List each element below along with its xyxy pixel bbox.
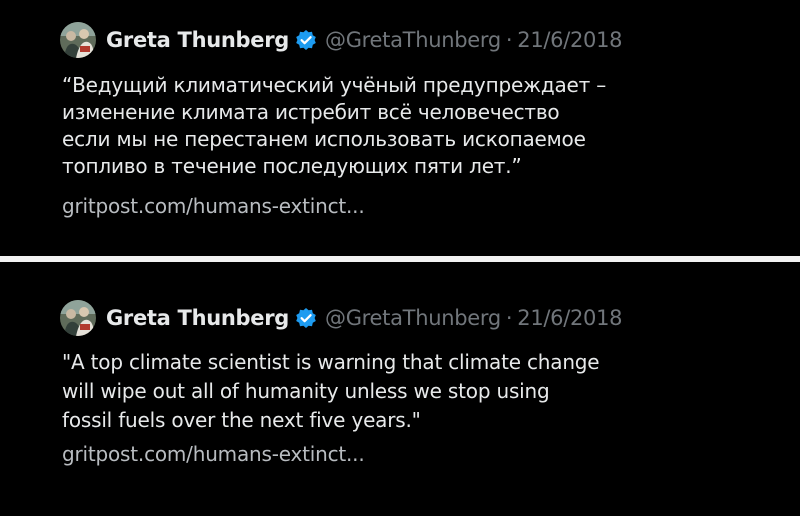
tweet-header: Greta Thunberg @GretaThunberg · 21/6/201… — [60, 298, 623, 338]
tweet-link[interactable]: gritpost.com/humans-extinct... — [62, 194, 365, 218]
verified-badge-icon — [295, 307, 317, 329]
separator-dot: · — [505, 28, 513, 52]
separator-dot: · — [505, 306, 513, 330]
tweet-text: “Ведущий климатический учёный предупрежд… — [62, 73, 607, 178]
tweet-link[interactable]: gritpost.com/humans-extinct... — [62, 442, 365, 466]
display-name[interactable]: Greta Thunberg — [106, 28, 289, 52]
tweet-date[interactable]: 21/6/2018 — [517, 306, 622, 330]
tweet-text: "A top climate scientist is warning that… — [62, 350, 600, 432]
user-handle[interactable]: @GretaThunberg — [325, 306, 501, 330]
user-handle[interactable]: @GretaThunberg — [325, 28, 501, 52]
tweet-card-russian[interactable]: Greta Thunberg @GretaThunberg · 21/6/201… — [0, 0, 800, 256]
avatar[interactable] — [60, 300, 96, 336]
avatar[interactable] — [60, 22, 96, 58]
tweet-card-english[interactable]: Greta Thunberg @GretaThunberg · 21/6/201… — [0, 262, 800, 516]
tweet-date[interactable]: 21/6/2018 — [517, 28, 622, 52]
tweet-header: Greta Thunberg @GretaThunberg · 21/6/201… — [60, 20, 623, 60]
display-name[interactable]: Greta Thunberg — [106, 306, 289, 330]
verified-badge-icon — [295, 29, 317, 51]
